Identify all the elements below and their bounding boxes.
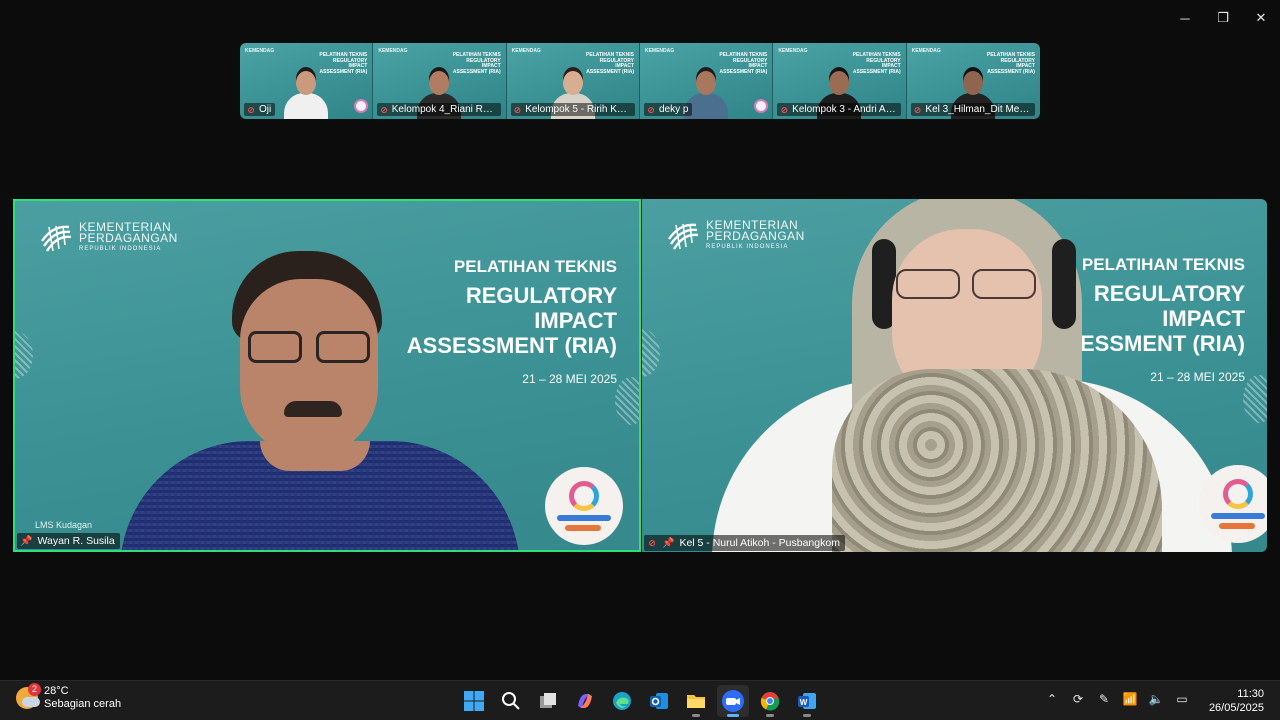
outlook-app[interactable]: [643, 685, 675, 717]
wifi-icon[interactable]: 📶: [1122, 691, 1138, 707]
window-controls: ─ ❐ ✕: [1166, 0, 1280, 36]
copilot-app[interactable]: [569, 685, 601, 717]
mic-muted-icon: ⊘: [913, 104, 922, 115]
reaction-badge-icon: [754, 99, 769, 113]
pin-icon: 📌: [662, 537, 675, 549]
search-icon: [502, 692, 520, 710]
system-tray: ⌃ ⟳ ✎ 📶 🔈 ▭: [1044, 691, 1190, 707]
participant-name-tag: ⊘ Kelompok 5 - Ririh Kus...: [510, 103, 635, 116]
taskbar-apps: W: [458, 685, 823, 717]
folder-icon: [687, 695, 705, 708]
temperature: 28°C: [44, 685, 69, 697]
participant-thumbnail-strip: KEMENDAG PELATIHAN TEKNIS REGULATORY IMPA…: [240, 43, 1040, 119]
weather-condition: Sebagian cerah: [44, 698, 122, 710]
task-view-button[interactable]: [532, 685, 564, 717]
speaker-video: [120, 251, 520, 550]
participant-name-tag: ⊘ Kelompok 3 - Andri Ak...: [777, 103, 902, 116]
participant-name-tag: ⊘ Kelompok 4_Riani Resi...: [377, 103, 502, 116]
chrome-icon: [760, 692, 780, 711]
zoom-icon: [722, 690, 744, 712]
volume-icon[interactable]: 🔈: [1148, 691, 1164, 707]
participant-thumbnail[interactable]: KEMENDAG PELATIHAN TEKNIS REGULATORY IMPA…: [506, 43, 640, 119]
thumb-logo: KEMENDAG: [644, 48, 675, 54]
thumb-logo: KEMENDAG: [911, 48, 941, 54]
word-icon: W: [798, 693, 816, 709]
notification-badge: 2: [28, 683, 41, 696]
reaction-badge-icon: [354, 99, 369, 113]
slide-decoration: [642, 329, 660, 377]
mic-muted-icon: ⊘: [247, 104, 255, 115]
thumb-logo: KEMENDAG: [511, 48, 541, 54]
file-explorer-app[interactable]: [680, 685, 712, 717]
lms-label: LMS Kudagan: [35, 520, 93, 530]
windows-taskbar: 2 28°C Sebagian cerah W ⌃ ⟳ ✎ 📶 🔈 ▭ 11:3…: [0, 680, 1280, 720]
chrome-app[interactable]: [754, 685, 786, 717]
restore-button[interactable]: ❐: [1204, 0, 1242, 36]
participant-thumbnail[interactable]: KEMENDAG PELATIHAN TEKNIS REGULATORY IMPA…: [639, 43, 774, 119]
edge-icon: [613, 692, 631, 710]
mic-muted-icon: ⊘: [647, 104, 655, 115]
mic-muted-icon: ⊘: [380, 104, 388, 115]
weather-icon: 2: [16, 683, 41, 709]
sync-icon[interactable]: ⟳: [1070, 691, 1086, 707]
participant-name-tag: ⊘ deky p: [643, 103, 693, 116]
mic-muted-icon: ⊘: [780, 104, 789, 115]
participant-video: [712, 199, 1267, 552]
clock-time: 11:30: [1237, 688, 1264, 700]
participant-thumbnail[interactable]: KEMENDAG PELATIHAN TEKNIS REGULATORY IMPA…: [773, 43, 907, 119]
windows-icon: [464, 691, 484, 711]
edge-app[interactable]: [606, 685, 638, 717]
copilot-icon: [578, 694, 592, 708]
system-clock[interactable]: 11:30 26/05/2025: [1209, 687, 1264, 715]
participant-name-tag: ⊘ 📌 Kel 5 - Nurul Atikoh - Pusbangkom: [644, 535, 845, 551]
ministry-logo: KEMENTERIAN PERDAGANGAN REPUBLIK INDONES…: [39, 221, 178, 255]
slide-illustration: [545, 467, 623, 545]
thumb-logo: KEMENDAG: [245, 48, 275, 54]
svg-text:W: W: [800, 698, 808, 707]
slide-illustration: [1199, 465, 1267, 543]
clock-date: 26/05/2025: [1208, 702, 1264, 714]
thumb-logo: KEMENDAG: [778, 48, 808, 54]
participant-name-tag: ⊘ Oji: [244, 103, 276, 116]
mic-muted-icon: ⊘: [648, 538, 656, 548]
search-button[interactable]: [495, 685, 527, 717]
task-view-icon: [540, 693, 556, 708]
word-app[interactable]: W: [791, 685, 823, 717]
pen-icon[interactable]: ✎: [1096, 691, 1112, 707]
kemendag-logo-icon: [668, 223, 699, 250]
close-button[interactable]: ✕: [1242, 0, 1280, 36]
mic-muted-icon: ⊘: [513, 104, 522, 115]
participant-name-tag: 📌 Wayan R. Susila: [17, 533, 120, 549]
weather-widget[interactable]: 2 28°C Sebagian cerah: [16, 683, 122, 711]
show-hidden-icons-chevron-icon[interactable]: ⌃: [1044, 691, 1060, 707]
battery-icon[interactable]: ▭: [1174, 691, 1190, 707]
slide-decoration: [615, 377, 639, 425]
participant-thumbnail[interactable]: KEMENDAG PELATIHAN TEKNIS REGULATORY IMPA…: [906, 43, 1040, 119]
zoom-app[interactable]: [717, 685, 749, 717]
participant-video: [284, 67, 329, 119]
pin-icon: 📌: [20, 535, 33, 547]
participant-thumbnail[interactable]: KEMENDAG PELATIHAN TEKNIS REGULATORY IMPA…: [240, 43, 374, 119]
video-tile-active-speaker[interactable]: KEMENTERIAN PERDAGANGAN REPUBLIK INDONES…: [13, 199, 641, 552]
thumb-logo: KEMENDAG: [378, 48, 408, 54]
participant-name-tag: ⊘ Kel 3_Hilman_Dit Metr...: [910, 103, 1035, 116]
kemendag-logo-icon: [41, 225, 72, 252]
start-button[interactable]: [458, 685, 490, 717]
minimize-button[interactable]: ─: [1166, 0, 1204, 36]
slide-decoration: [15, 331, 33, 379]
brand-text: KEMENTERIAN PERDAGANGAN REPUBLIK INDONES…: [79, 219, 178, 252]
outlook-icon: [650, 693, 668, 709]
participant-thumbnail[interactable]: KEMENDAG PELATIHAN TEKNIS REGULATORY IMPA…: [373, 43, 507, 119]
video-tile-participant[interactable]: KEMENTERIAN PERDAGANGAN REPUBLIK INDONES…: [642, 199, 1267, 552]
